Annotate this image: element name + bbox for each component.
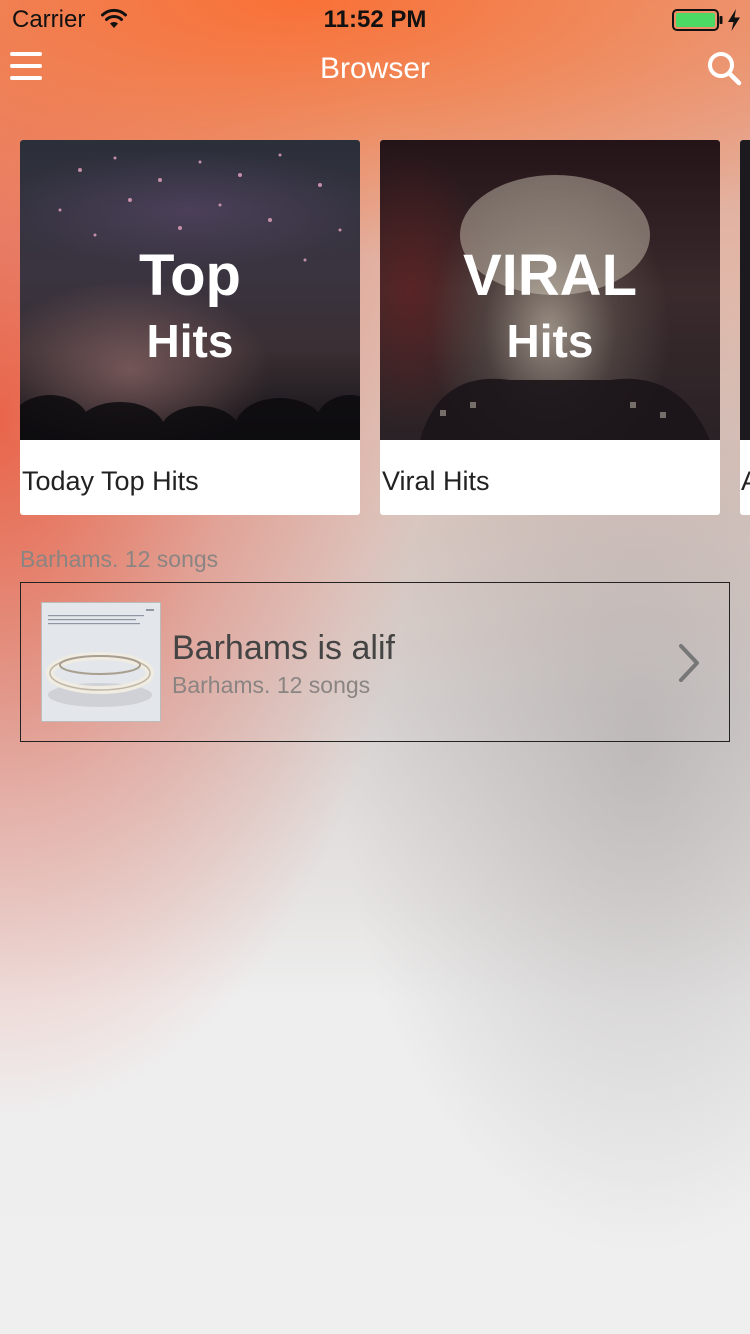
artwork-title-line: Top	[139, 243, 241, 308]
playlist-artwork: Top Hits	[20, 140, 360, 440]
page-title: Browser	[319, 52, 431, 85]
status-time: 11:52 PM	[323, 6, 427, 33]
playlist-artwork	[740, 140, 750, 440]
chevron-right-icon	[679, 644, 699, 682]
album-subtitle: Barhams. 12 songs	[172, 672, 371, 698]
playlist-card-top-hits[interactable]: Top Hits Today Top Hits	[20, 140, 360, 515]
artwork-title-line: VIRAL	[463, 243, 637, 308]
playlist-card-partial[interactable]: A	[740, 140, 750, 515]
section-header: Barhams. 12 songs	[20, 546, 219, 572]
playlist-card-viral-hits[interactable]: VIRAL Hits Viral Hits	[380, 140, 720, 515]
album-title: Barhams is alif	[172, 629, 395, 667]
album-row[interactable]: Barhams is alif Barhams. 12 songs	[20, 582, 730, 742]
ring-artwork	[42, 603, 160, 721]
playlist-title: Viral Hits	[382, 466, 490, 496]
playlist-artwork: VIRAL Hits	[380, 140, 720, 440]
battery-full-icon	[672, 9, 723, 31]
artwork-subtitle-line: Hits	[146, 315, 234, 367]
playlist-title: Today Top Hits	[22, 466, 199, 496]
playlist-title: A	[741, 466, 750, 497]
artwork-subtitle-line: Hits	[506, 315, 594, 367]
charging-bolt-icon	[728, 9, 740, 31]
status-bar: Carrier 11:52 PM	[0, 0, 750, 40]
search-icon[interactable]	[706, 50, 742, 86]
album-cover	[41, 602, 161, 722]
